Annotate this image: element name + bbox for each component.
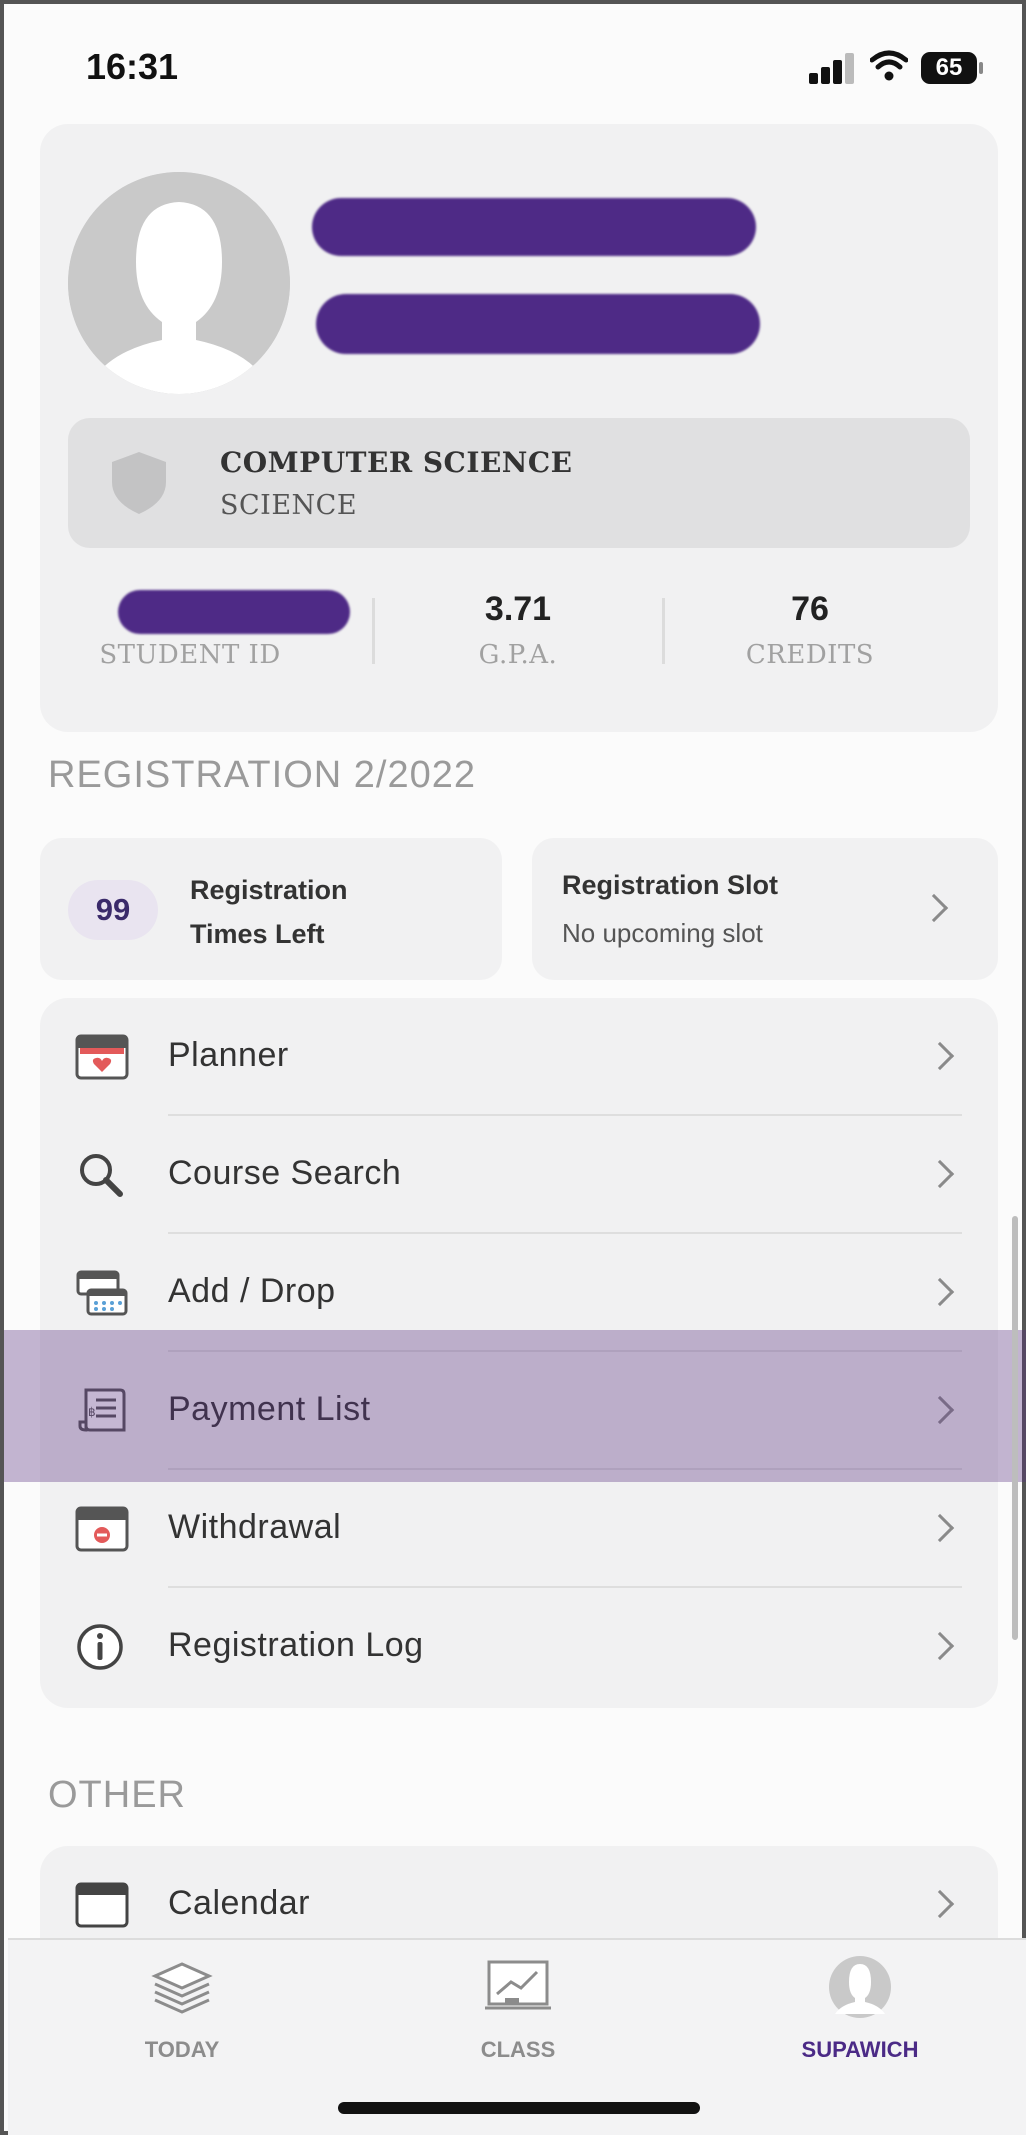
withdrawal-icon bbox=[75, 1506, 129, 1552]
times-left-badge: 99 bbox=[68, 880, 158, 940]
times-left-label: Registration Times Left bbox=[190, 868, 348, 956]
registration-times-left-card: 99 Registration Times Left bbox=[40, 838, 502, 980]
menu-item-withdrawal[interactable]: Withdrawal bbox=[40, 1470, 998, 1588]
chevron-right-icon bbox=[925, 1041, 955, 1071]
tab-profile[interactable]: SUPAWICH bbox=[760, 1956, 960, 2063]
registration-slot-card[interactable]: Registration Slot No upcoming slot bbox=[532, 838, 998, 980]
menu-item-label: Withdrawal bbox=[168, 1508, 342, 1546]
slot-subtitle: No upcoming slot bbox=[562, 918, 763, 948]
redacted-name bbox=[312, 198, 756, 256]
signal-icon bbox=[809, 52, 857, 84]
tab-class[interactable]: CLASS bbox=[418, 1956, 618, 2063]
profile-card: COMPUTER SCIENCE SCIENCE STUDENT ID 3.71… bbox=[40, 124, 998, 732]
add-drop-icon bbox=[76, 1270, 128, 1316]
avatar[interactable] bbox=[68, 172, 290, 394]
battery-icon: 65 bbox=[921, 52, 983, 84]
stat-value: 76 bbox=[791, 590, 829, 628]
tab-label: TODAY bbox=[144, 2037, 220, 2062]
chevron-right-icon bbox=[919, 893, 949, 923]
tab-label: CLASS bbox=[480, 2037, 556, 2062]
stat-gpa: 3.71 G.P.A. bbox=[368, 590, 668, 670]
chart-board-icon bbox=[485, 1960, 551, 2010]
stat-label: CREDITS bbox=[745, 640, 875, 670]
section-title-registration: REGISTRATION 2/2022 bbox=[48, 754, 476, 796]
menu-item-registration-log[interactable]: Registration Log bbox=[40, 1588, 998, 1706]
chevron-right-icon bbox=[925, 1631, 955, 1661]
stat-label: STUDENT ID bbox=[99, 640, 281, 670]
status-bar: 16:31 65 bbox=[4, 4, 1022, 114]
tab-label: SUPAWICH bbox=[801, 2037, 919, 2062]
menu-item-course-search[interactable]: Course Search bbox=[40, 1116, 998, 1234]
chevron-right-icon bbox=[925, 1159, 955, 1189]
chevron-right-icon bbox=[925, 1513, 955, 1543]
menu-item-label: Planner bbox=[168, 1036, 289, 1074]
major-box: COMPUTER SCIENCE SCIENCE bbox=[68, 418, 970, 548]
status-time: 16:31 bbox=[86, 46, 179, 87]
section-title-other: OTHER bbox=[48, 1774, 186, 1816]
highlight-overlay bbox=[4, 1330, 1026, 1482]
shield-icon bbox=[112, 452, 166, 514]
stack-icon bbox=[151, 1962, 213, 2014]
stat-value: 3.71 bbox=[484, 590, 552, 628]
menu-item-label: Course Search bbox=[168, 1154, 402, 1192]
avatar-icon bbox=[829, 1956, 891, 2018]
scrollbar[interactable] bbox=[1012, 1216, 1018, 1640]
menu-item-label: Add / Drop bbox=[168, 1272, 336, 1310]
screen-frame: 16:31 65 COMPUTER SCIENCE SCIENCE STUDEN… bbox=[0, 0, 1026, 2135]
chevron-right-icon bbox=[925, 1889, 955, 1919]
wifi-icon bbox=[870, 50, 908, 81]
menu-item-planner[interactable]: Planner bbox=[40, 998, 998, 1116]
menu-item-label: Calendar bbox=[168, 1884, 310, 1922]
redacted-name-secondary bbox=[316, 294, 760, 354]
times-left-label-line1: Registration bbox=[190, 875, 348, 905]
info-icon bbox=[77, 1624, 123, 1670]
chevron-right-icon bbox=[925, 1277, 955, 1307]
planner-icon bbox=[75, 1034, 129, 1080]
slot-title: Registration Slot bbox=[562, 870, 779, 900]
home-indicator[interactable] bbox=[338, 2102, 700, 2114]
redacted-student-id bbox=[118, 590, 350, 634]
major-title: COMPUTER SCIENCE bbox=[220, 446, 573, 479]
calendar-icon bbox=[75, 1882, 129, 1928]
menu-item-label: Registration Log bbox=[168, 1626, 424, 1664]
stat-label: G.P.A. bbox=[478, 640, 558, 670]
times-left-label-line2: Times Left bbox=[190, 919, 325, 949]
search-icon bbox=[80, 1154, 123, 1197]
tab-today[interactable]: TODAY bbox=[82, 1956, 282, 2063]
avatar-silhouette-icon bbox=[68, 172, 290, 394]
faculty-label: SCIENCE bbox=[220, 490, 358, 521]
stat-credits: 76 CREDITS bbox=[660, 590, 960, 670]
